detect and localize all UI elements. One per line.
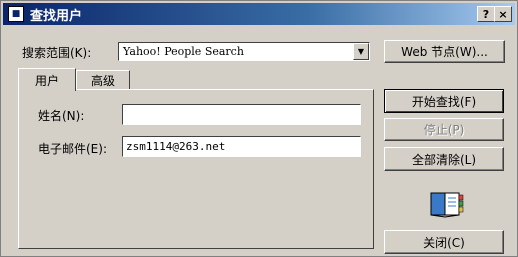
email-field[interactable]: zsm1114@263.net <box>122 136 361 157</box>
email-label: 电子邮件(E): <box>38 142 107 156</box>
tab-advanced[interactable]: 高级 <box>76 70 130 90</box>
tab-advanced-label: 高级 <box>90 74 115 88</box>
help-button[interactable]: ? <box>477 6 495 22</box>
stop-button[interactable]: 停止(P) <box>384 118 504 141</box>
close-window-button[interactable]: × <box>494 6 512 22</box>
find-people-icon: ■ <box>8 6 24 22</box>
search-scope-value: Yahoo! People Search <box>123 45 244 58</box>
web-site-button[interactable]: Web 节点(W)... <box>384 40 505 63</box>
search-scope-label: 搜索范围(K): <box>22 46 92 60</box>
start-search-button[interactable]: 开始查找(F) <box>384 89 504 113</box>
search-scope-select[interactable]: Yahoo! People Search ▼ <box>118 42 370 61</box>
dropdown-arrow-icon[interactable]: ▼ <box>353 43 369 60</box>
name-field[interactable] <box>122 104 361 125</box>
address-book-icon <box>430 192 464 218</box>
clear-all-button[interactable]: 全部清除(L) <box>384 147 504 171</box>
email-value: zsm1114@263.net <box>126 140 226 153</box>
tab-user-label: 用户 <box>34 73 59 88</box>
window-title: 查找用户 <box>30 8 83 24</box>
name-label: 姓名(N): <box>38 109 85 123</box>
title-bar: ■ 查找用户 ? × <box>3 3 515 25</box>
tab-user[interactable]: 用户 <box>18 68 76 91</box>
close-button[interactable]: 关闭(C) <box>384 230 504 254</box>
find-people-dialog: ■ 查找用户 ? × 搜索范围(K): Yahoo! People Search… <box>0 0 518 257</box>
